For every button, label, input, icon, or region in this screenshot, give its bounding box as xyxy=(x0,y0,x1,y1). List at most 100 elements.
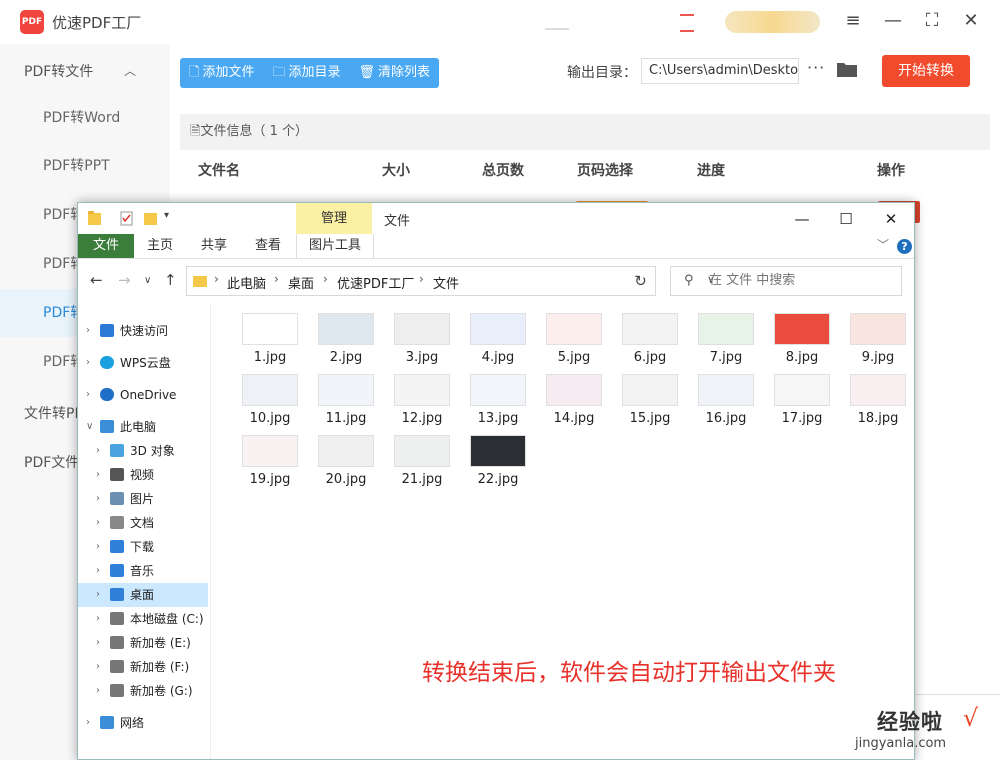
nav-item[interactable]: › 本地磁盘 (C:) xyxy=(78,607,208,631)
breadcrumb-item[interactable]: 文件 xyxy=(433,273,459,292)
file-name-label[interactable]: 11.jpg xyxy=(308,411,384,426)
file-thumbnail[interactable] xyxy=(394,374,450,406)
tab-picture-tools[interactable]: 图片工具 xyxy=(296,234,374,258)
output-dir-field[interactable]: C:\Users\admin\Deskto xyxy=(641,58,799,84)
file-name-label[interactable]: 8.jpg xyxy=(764,350,840,365)
file-thumbnail[interactable] xyxy=(546,313,602,345)
tab-home[interactable]: 主页 xyxy=(140,234,180,258)
file-thumbnail[interactable] xyxy=(850,313,906,345)
maximize-icon[interactable]: ☐ xyxy=(833,206,859,232)
nav-item[interactable]: › 图片 xyxy=(78,487,208,511)
file-name-label[interactable]: 22.jpg xyxy=(460,472,536,487)
file-thumbnail[interactable] xyxy=(698,313,754,345)
sidebar-group-pdf-file[interactable]: PDF文件 xyxy=(24,452,79,472)
expand-icon[interactable]: › xyxy=(96,631,100,655)
add-dir-button[interactable]: 🗀 添加目录 xyxy=(263,58,349,88)
file-thumbnail[interactable] xyxy=(470,435,526,467)
file-thumbnail[interactable] xyxy=(546,374,602,406)
chevron-up-icon[interactable]: ︿ xyxy=(124,62,136,79)
file-name-label[interactable]: 10.jpg xyxy=(232,411,308,426)
file-name-label[interactable]: 1.jpg xyxy=(232,350,308,365)
file-name-label[interactable]: 15.jpg xyxy=(612,411,688,426)
sidebar-group-pdf-to-file[interactable]: PDF转文件 xyxy=(24,61,93,81)
chevron-down-icon[interactable]: ﹀ xyxy=(877,236,889,253)
minimize-icon[interactable]: — xyxy=(880,8,906,34)
sidebar-item[interactable]: PDF转Word xyxy=(0,94,170,142)
breadcrumb-separator[interactable]: › xyxy=(214,272,219,286)
file-name-label[interactable]: 6.jpg xyxy=(612,350,688,365)
expand-icon[interactable]: › xyxy=(96,679,100,703)
file-name-label[interactable]: 21.jpg xyxy=(384,472,460,487)
breadcrumb-separator[interactable]: › xyxy=(274,272,279,286)
forward-icon[interactable]: → xyxy=(118,271,131,289)
nav-item[interactable]: › 下载 xyxy=(78,535,208,559)
expand-icon[interactable]: › xyxy=(86,351,90,375)
minimize-icon[interactable]: — xyxy=(789,206,815,232)
expand-icon[interactable]: › xyxy=(96,511,100,535)
file-thumbnail[interactable] xyxy=(242,374,298,406)
tab-manage[interactable]: 管理 xyxy=(296,203,372,234)
file-name-label[interactable]: 7.jpg xyxy=(688,350,764,365)
file-thumbnail[interactable] xyxy=(242,435,298,467)
refresh-button[interactable]: ↻ xyxy=(626,266,656,296)
folder-icon[interactable] xyxy=(88,211,101,226)
expand-icon[interactable]: › xyxy=(96,439,100,463)
breadcrumb-item[interactable]: 优速PDF工厂 xyxy=(337,273,414,292)
file-name-label[interactable]: 19.jpg xyxy=(232,472,308,487)
file-name-label[interactable]: 4.jpg xyxy=(460,350,536,365)
file-thumbnail[interactable] xyxy=(318,435,374,467)
file-thumbnail[interactable] xyxy=(774,313,830,345)
start-convert-button[interactable]: 开始转换 xyxy=(882,55,970,87)
tab-file[interactable]: 文件 xyxy=(78,234,134,258)
breadcrumb-item[interactable]: 此电脑 xyxy=(227,273,266,292)
clear-list-button[interactable]: 🗑 清除列表 xyxy=(350,58,440,88)
file-thumbnail[interactable] xyxy=(774,374,830,406)
close-icon[interactable]: ✕ xyxy=(878,206,904,232)
nav-item[interactable]: › 视频 xyxy=(78,463,208,487)
file-thumbnail[interactable] xyxy=(470,313,526,345)
expand-icon[interactable]: ∨ xyxy=(86,415,93,439)
nav-item[interactable]: › 网络 xyxy=(78,711,208,735)
expand-icon[interactable]: › xyxy=(86,383,90,407)
sidebar-item[interactable]: PDF转PPT xyxy=(0,142,170,190)
expand-icon[interactable]: › xyxy=(96,655,100,679)
nav-item[interactable]: › 音乐 xyxy=(78,559,208,583)
new-folder-icon[interactable] xyxy=(144,211,157,226)
close-icon[interactable]: ✕ xyxy=(958,8,984,34)
breadcrumb-item[interactable]: 桌面 xyxy=(288,273,314,292)
file-name-label[interactable]: 5.jpg xyxy=(536,350,612,365)
file-thumbnail[interactable] xyxy=(470,374,526,406)
expand-icon[interactable]: › xyxy=(96,607,100,631)
nav-item[interactable]: › 桌面 xyxy=(78,583,208,607)
back-icon[interactable]: ← xyxy=(90,271,103,289)
tab-share[interactable]: 共享 xyxy=(194,234,234,258)
file-thumbnail[interactable] xyxy=(394,435,450,467)
file-thumbnail[interactable] xyxy=(318,313,374,345)
expand-icon[interactable]: › xyxy=(86,319,90,343)
file-thumbnail[interactable] xyxy=(850,374,906,406)
file-name-label[interactable]: 3.jpg xyxy=(384,350,460,365)
vip-banner[interactable] xyxy=(725,11,820,33)
file-name-label[interactable]: 14.jpg xyxy=(536,411,612,426)
up-icon[interactable]: ↑ xyxy=(164,271,177,289)
maximize-icon[interactable]: ⛶ xyxy=(919,8,945,34)
nav-item[interactable]: › WPS云盘 xyxy=(78,351,208,375)
add-file-button[interactable]: 🗋 添加文件 xyxy=(180,58,263,88)
file-name-label[interactable]: 18.jpg xyxy=(840,411,916,426)
menu-icon[interactable]: ≡ xyxy=(840,8,866,34)
file-name-label[interactable]: 12.jpg xyxy=(384,411,460,426)
nav-item[interactable]: › 文档 xyxy=(78,511,208,535)
nav-item[interactable]: › 新加卷 (F:) xyxy=(78,655,208,679)
recent-dropdown-icon[interactable]: ∨ xyxy=(144,275,151,286)
expand-icon[interactable]: › xyxy=(96,535,100,559)
file-name-label[interactable]: 20.jpg xyxy=(308,472,384,487)
file-thumbnail[interactable] xyxy=(394,313,450,345)
file-name-label[interactable]: 16.jpg xyxy=(688,411,764,426)
file-name-label[interactable]: 2.jpg xyxy=(308,350,384,365)
file-thumbnail[interactable] xyxy=(242,313,298,345)
file-name-label[interactable]: 13.jpg xyxy=(460,411,536,426)
help-icon[interactable]: ? xyxy=(897,239,912,254)
nav-item[interactable]: › OneDrive xyxy=(78,383,208,407)
search-input[interactable]: 在 文件 中搜索 xyxy=(670,266,902,296)
file-name-label[interactable]: 9.jpg xyxy=(840,350,916,365)
